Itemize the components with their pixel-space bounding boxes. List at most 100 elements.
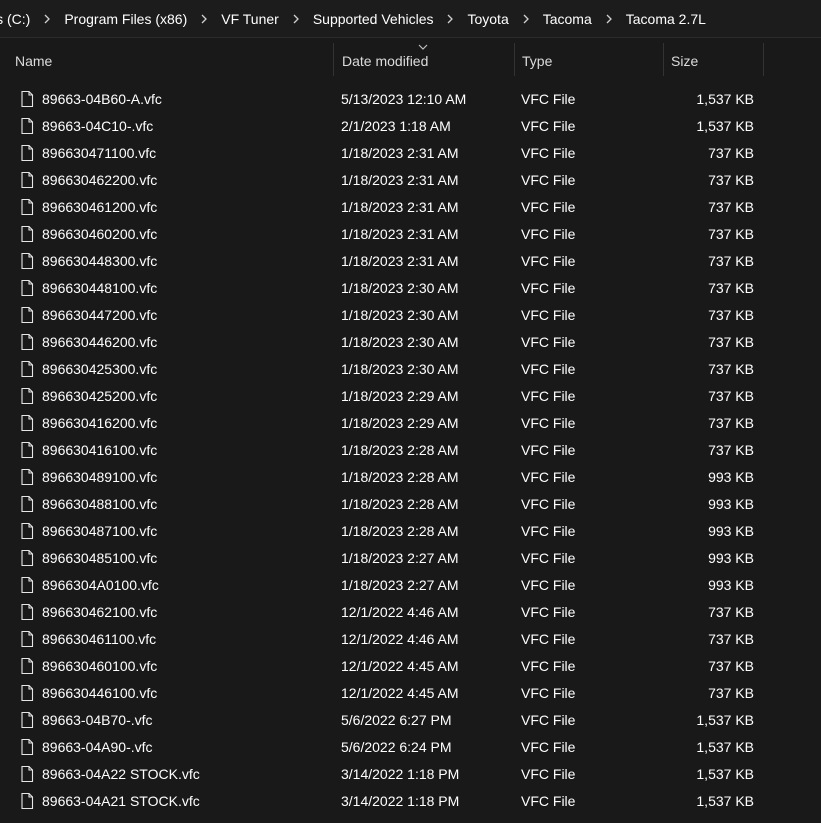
file-row[interactable]: 896630462200.vfc 1/18/2023 2:31 AM VFC Fil…	[0, 166, 821, 193]
chevron-right-icon[interactable]	[287, 10, 305, 28]
breadcrumb-item[interactable]: Tacoma 2.7L	[622, 11, 710, 27]
file-row[interactable]: 89663-04B70-.vfc 5/6/2022 6:27 PM VFC File…	[0, 706, 821, 733]
file-date-modified: 1/18/2023 2:28 AM	[341, 495, 459, 512]
column-header-size[interactable]: Size	[663, 43, 763, 78]
file-row[interactable]: 896630448100.vfc 1/18/2023 2:30 AM VFC Fil…	[0, 274, 821, 301]
file-date-modified: 1/18/2023 2:31 AM	[341, 144, 459, 161]
breadcrumb-item[interactable]: Program Files (x86)	[60, 11, 191, 27]
file-date-modified: 12/1/2022 4:45 AM	[341, 684, 459, 701]
file-row[interactable]: 896630460200.vfc 1/18/2023 2:31 AM VFC Fil…	[0, 220, 821, 247]
chevron-right-icon[interactable]	[600, 10, 618, 28]
file-name: 8966304A0100.vfc	[42, 576, 159, 593]
file-row[interactable]: 896630416200.vfc 1/18/2023 2:29 AM VFC Fil…	[0, 409, 821, 436]
breadcrumb-item[interactable]: Tacoma	[539, 11, 596, 27]
file-row[interactable]: 89663-04A22 STOCK.vfc 3/14/2022 1:18 PM VF…	[0, 760, 821, 787]
chevron-right-icon[interactable]	[38, 10, 56, 28]
file-row[interactable]: 896630489100.vfc 1/18/2023 2:28 AM VFC Fil…	[0, 463, 821, 490]
breadcrumb-item[interactable]: ws (C:)	[0, 11, 34, 27]
breadcrumb-item-label: ws (C:)	[0, 10, 31, 27]
breadcrumb-item[interactable]: Supported Vehicles	[309, 11, 438, 27]
column-header-size-label: Size	[671, 52, 699, 69]
file-icon	[19, 544, 35, 571]
file-row[interactable]: 89663-04B60-A.vfc 5/13/2023 12:10 AM VFC F…	[0, 85, 821, 112]
file-row[interactable]: 89663-04A21 STOCK.vfc 3/14/2022 1:18 PM VF…	[0, 787, 821, 814]
file-name: 89663-04A90-.vfc	[42, 738, 153, 755]
file-row[interactable]: 89663-04C10-.vfc 2/1/2023 1:18 AM VFC File…	[0, 112, 821, 139]
file-row[interactable]: 896630425300.vfc 1/18/2023 2:30 AM VFC Fil…	[0, 355, 821, 382]
breadcrumb-item[interactable]: VF Tuner	[217, 11, 283, 27]
file-name: 896630416200.vfc	[42, 414, 158, 431]
file-row[interactable]: 896630448300.vfc 1/18/2023 2:31 AM VFC Fil…	[0, 247, 821, 274]
file-date-modified: 1/18/2023 2:27 AM	[341, 576, 459, 593]
chevron-right-icon[interactable]	[441, 10, 459, 28]
file-name: 896630488100.vfc	[42, 495, 158, 512]
file-name: 89663-04B60-A.vfc	[42, 90, 162, 107]
file-name: 896630446100.vfc	[42, 684, 158, 701]
file-size: 1,537 KB	[696, 792, 754, 809]
file-row[interactable]: 896630416100.vfc 1/18/2023 2:28 AM VFC Fil…	[0, 436, 821, 463]
file-icon	[19, 193, 35, 220]
file-size: 737 KB	[708, 657, 754, 674]
file-name: 896630460200.vfc	[42, 225, 158, 242]
file-row[interactable]: 896630446200.vfc 1/18/2023 2:30 AM VFC Fil…	[0, 328, 821, 355]
file-row[interactable]: 896630461100.vfc 12/1/2022 4:46 AM VFC Fil…	[0, 625, 821, 652]
breadcrumb-item[interactable]: Toyota	[463, 11, 512, 27]
breadcrumb-item-label: Supported Vehicles	[312, 10, 434, 27]
address-bar-breadcrumb[interactable]: ws (C:) Program Files (x86) VF Tuner Suppor…	[0, 0, 821, 38]
file-date-modified: 12/1/2022 4:46 AM	[341, 630, 459, 647]
file-row[interactable]: 89663-04A90-.vfc 5/6/2022 6:24 PM VFC File…	[0, 733, 821, 760]
file-date-modified: 1/18/2023 2:31 AM	[341, 171, 459, 188]
file-name: 896630461100.vfc	[42, 630, 157, 647]
file-date-modified: 1/18/2023 2:31 AM	[341, 225, 459, 242]
file-row[interactable]: 896630446100.vfc 12/1/2022 4:45 AM VFC Fil…	[0, 679, 821, 706]
file-row[interactable]: 896630460100.vfc 12/1/2022 4:45 AM VFC Fil…	[0, 652, 821, 679]
file-name: 896630462200.vfc	[42, 171, 158, 188]
file-icon	[19, 247, 35, 274]
file-row[interactable]: 896630462100.vfc 12/1/2022 4:46 AM VFC Fil…	[0, 598, 821, 625]
file-name: 896630489100.vfc	[42, 468, 158, 485]
file-size: 1,537 KB	[696, 711, 754, 728]
file-date-modified: 1/18/2023 2:28 AM	[341, 441, 459, 458]
file-row[interactable]: 896630471100.vfc 1/18/2023 2:31 AM VFC Fil…	[0, 139, 821, 166]
file-type: VFC File	[521, 576, 576, 593]
column-header-type[interactable]: Type	[514, 43, 663, 78]
file-type: VFC File	[521, 495, 576, 512]
breadcrumb-item-label: Toyota	[467, 10, 509, 27]
chevron-right-icon[interactable]	[517, 10, 535, 28]
file-type: VFC File	[521, 765, 576, 782]
file-name: 896630448100.vfc	[42, 279, 158, 296]
file-date-modified: 5/6/2022 6:27 PM	[341, 711, 452, 728]
file-size: 737 KB	[708, 684, 754, 701]
file-icon	[19, 517, 35, 544]
file-row[interactable]: 896630488100.vfc 1/18/2023 2:28 AM VFC Fil…	[0, 490, 821, 517]
file-size: 737 KB	[708, 414, 754, 431]
file-size: 737 KB	[708, 603, 754, 620]
column-divider[interactable]	[763, 43, 764, 76]
chevron-right-icon[interactable]	[195, 10, 213, 28]
file-row[interactable]: 896630461200.vfc 1/18/2023 2:31 AM VFC Fil…	[0, 193, 821, 220]
file-size: 993 KB	[708, 468, 754, 485]
file-row[interactable]: 896630447200.vfc 1/18/2023 2:30 AM VFC Fil…	[0, 301, 821, 328]
file-name: 896630460100.vfc	[42, 657, 158, 674]
file-icon	[19, 490, 35, 517]
file-size: 737 KB	[708, 630, 754, 647]
file-icon	[19, 355, 35, 382]
file-size: 737 KB	[708, 225, 754, 242]
file-date-modified: 1/18/2023 2:31 AM	[341, 198, 459, 215]
file-row[interactable]: 896630485100.vfc 1/18/2023 2:27 AM VFC Fil…	[0, 544, 821, 571]
file-row[interactable]: 8966304A0100.vfc 1/18/2023 2:27 AM VFC Fil…	[0, 571, 821, 598]
column-header-row: Name Date modified Type Size	[0, 43, 821, 78]
file-size: 993 KB	[708, 495, 754, 512]
file-date-modified: 1/18/2023 2:30 AM	[341, 333, 459, 350]
file-row[interactable]: 896630425200.vfc 1/18/2023 2:29 AM VFC Fil…	[0, 382, 821, 409]
column-header-name[interactable]: Name	[7, 43, 333, 78]
file-size: 993 KB	[708, 549, 754, 566]
file-type: VFC File	[521, 522, 576, 539]
file-name: 896630416100.vfc	[42, 441, 158, 458]
file-date-modified: 1/18/2023 2:28 AM	[341, 468, 459, 485]
file-row[interactable]: 896630487100.vfc 1/18/2023 2:28 AM VFC Fil…	[0, 517, 821, 544]
column-header-date-label: Date modified	[342, 52, 429, 69]
file-icon	[19, 463, 35, 490]
file-type: VFC File	[521, 792, 576, 809]
file-type: VFC File	[521, 225, 576, 242]
